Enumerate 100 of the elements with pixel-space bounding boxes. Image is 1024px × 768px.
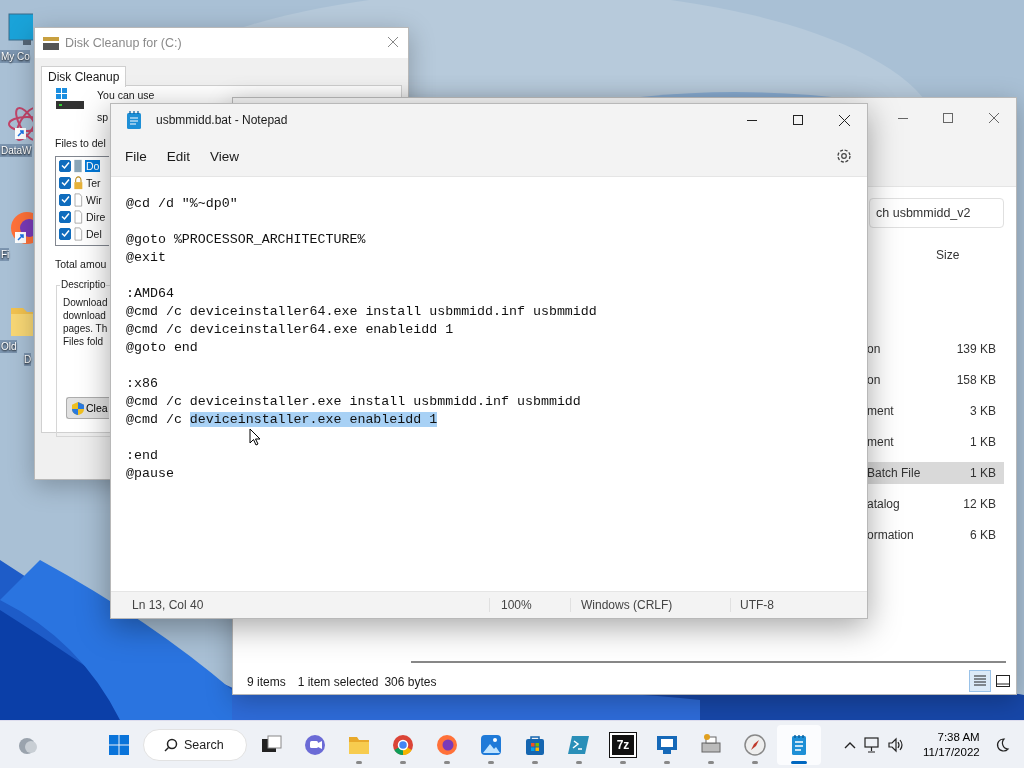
menu-item[interactable]: File (115, 144, 157, 168)
maximize-icon (793, 115, 803, 125)
checkbox[interactable] (59, 159, 71, 172)
menu-item[interactable]: View (200, 144, 250, 168)
file-row[interactable]: on 139 KB (867, 338, 1004, 360)
tiles-icon (996, 675, 1010, 687)
running-indicator (356, 760, 362, 764)
window-title: Disk Cleanup for (C:) (65, 36, 182, 50)
checkbox[interactable] (59, 210, 71, 223)
list-icon (973, 675, 987, 687)
file-row[interactable]: ment 1 KB (867, 431, 1004, 453)
running-indicator (664, 760, 670, 764)
notepad-app-button[interactable] (777, 724, 821, 765)
file-size: 1 KB (970, 466, 996, 480)
code-line: @pause (126, 465, 175, 483)
cursor-icon (249, 428, 261, 446)
group-title: Descriptio (60, 279, 107, 290)
file-item-label[interactable]: Dire (85, 210, 107, 223)
status-text: UTF-8 (730, 598, 774, 612)
menu-item[interactable]: Edit (156, 144, 201, 168)
search-icon (164, 737, 178, 752)
volume-icon[interactable] (887, 736, 905, 753)
file-item-label[interactable]: Wir (85, 193, 103, 206)
selection-status: 1 item selected (297, 675, 379, 689)
intro-text: You can use (97, 89, 155, 101)
file-size: 139 KB (956, 342, 996, 356)
atom-icon[interactable] (5, 106, 33, 144)
app-icon (479, 732, 503, 757)
file-size: 3 KB (970, 404, 996, 418)
file-type: on (867, 373, 881, 387)
scrollbar[interactable] (411, 661, 1006, 663)
file-size: 1 KB (970, 435, 996, 449)
page-icon (73, 226, 83, 241)
file-item-label[interactable]: Ter (85, 176, 102, 189)
code-line: @exit (126, 249, 167, 267)
shield-icon (72, 401, 84, 415)
close-icon (838, 114, 850, 126)
lock-icon (73, 175, 83, 190)
code-line: :end (126, 447, 159, 465)
total-label: Total amou (55, 258, 107, 270)
sevenzip-app-button[interactable]: 7z (601, 724, 645, 765)
file-row[interactable]: on 158 KB (867, 369, 1004, 391)
file-size: 6 KB (970, 528, 996, 542)
network-icon[interactable] (863, 736, 881, 753)
file-icon (73, 158, 83, 173)
drive-icon (55, 87, 85, 111)
tab[interactable]: Disk Cleanup (41, 66, 127, 87)
minimize-icon (747, 119, 757, 121)
running-indicator (444, 760, 450, 764)
clock[interactable]: 7:38 AM 11/17/2022 (919, 729, 984, 760)
description-text: download (63, 310, 106, 321)
file-row[interactable]: ment 3 KB (867, 400, 1004, 422)
file-item-label[interactable]: Do (85, 159, 101, 172)
checkbox[interactable] (59, 227, 71, 240)
running-indicator (708, 760, 714, 764)
running-indicator (400, 760, 406, 764)
code-line: @cmd /c deviceinstaller.exe enableidd 1 (126, 411, 439, 429)
search-button[interactable]: Search (143, 728, 247, 761)
checkbox[interactable] (59, 176, 71, 189)
item-count: 9 items (247, 675, 286, 689)
description-text: pages. Th (63, 323, 108, 334)
description-text: Download (63, 297, 108, 308)
file-row[interactable]: ormation 6 KB (867, 524, 1004, 546)
checkbox[interactable] (59, 193, 71, 206)
file-row[interactable]: Batch File 1 KB (867, 462, 1004, 484)
status-text: Windows (CRLF) (570, 598, 730, 612)
active-indicator (791, 760, 807, 764)
code-line: @goto end (126, 339, 199, 357)
page-icon (73, 192, 83, 207)
files-list[interactable]: Do Ter Wir Dire Del (55, 156, 109, 246)
time: 7:38 AM (937, 729, 980, 745)
disk-cleanup-icon (43, 37, 59, 50)
file-item-label[interactable]: Del (85, 227, 103, 240)
running-indicator (488, 760, 494, 764)
file-type: ment (867, 435, 894, 449)
app-icon (435, 732, 459, 757)
code-line: :AMD64 (126, 285, 175, 303)
search-field[interactable]: ch usbmmidd_v2 (869, 198, 1004, 228)
date: 11/17/2022 (923, 744, 980, 760)
code-line: @cmd /c deviceinstaller64.exe install usbmmidd.inf usbmmidd (126, 303, 598, 321)
running-indicator (620, 760, 626, 764)
code-line: :x86 (126, 375, 159, 393)
windows-icon (109, 734, 129, 755)
file-row[interactable]: atalog 12 KB (867, 493, 1004, 515)
file-type: on (867, 342, 881, 356)
file-type: atalog (867, 497, 900, 511)
code-line: @cmd /c deviceinstaller64.exe enableidd 1 (126, 321, 455, 339)
cleanup-button[interactable]: Clea (66, 397, 109, 419)
settings-icon[interactable] (835, 147, 853, 165)
description-text: Files fold (63, 336, 103, 347)
app-icon (303, 732, 327, 757)
window-title: usbmmidd.bat - Notepad (156, 113, 288, 127)
maximize-icon (943, 113, 953, 123)
intro-text: sp (97, 111, 109, 123)
selection-size: 306 bytes (384, 675, 437, 689)
close-icon[interactable] (388, 37, 398, 47)
app-icon (391, 732, 415, 757)
minimize-icon (898, 117, 908, 119)
running-indicator (576, 760, 582, 764)
code-line: @cmd /c deviceinstaller.exe install usbmmidd.inf usbmmidd (126, 393, 582, 411)
